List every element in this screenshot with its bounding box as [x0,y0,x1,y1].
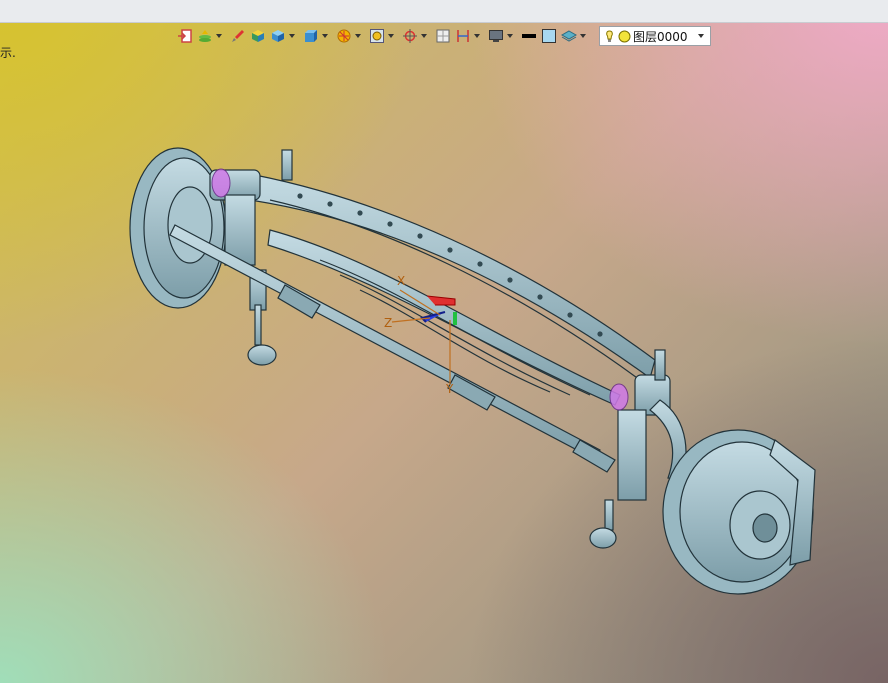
axis-z-label: Z [384,316,392,330]
axis-y-label: Y [445,382,454,396]
tie-rod [169,224,616,473]
axis-x-label: X [397,274,405,288]
right-brake-disc [662,429,816,595]
suspension-assembly-model[interactable]: X Z Y [0,0,888,683]
